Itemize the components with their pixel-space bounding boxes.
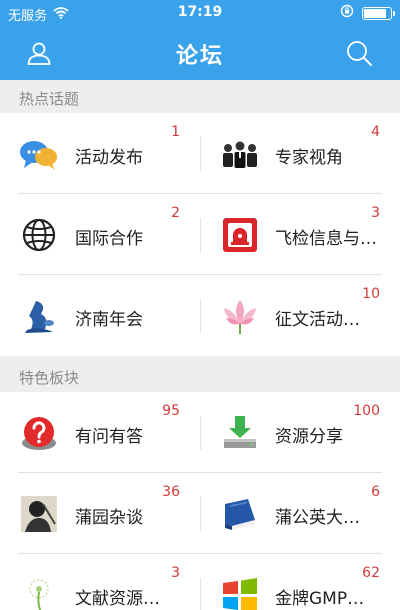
forum-item-label: 蒲园杂谈 (75, 508, 143, 528)
dandelion-icon (19, 575, 59, 610)
forum-item-dandelion[interactable]: 蒲公英大… 6 (200, 473, 400, 554)
download-icon (220, 413, 260, 453)
section-header-featured: 特色板块 (0, 359, 400, 392)
topic-count-badge: 36 (162, 484, 180, 500)
app-header: 无服务 17:19 论坛 (0, 0, 400, 80)
topic-count-badge: 3 (371, 205, 380, 221)
status-right (340, 4, 395, 22)
book-icon (220, 494, 260, 534)
forum-item-jinan-meeting[interactable]: 济南年会 (0, 275, 200, 356)
alarm-icon (220, 215, 260, 255)
page-title: 论坛 (175, 44, 224, 69)
forum-item-label: 有问有答 (75, 427, 143, 447)
sculpture-icon (19, 296, 59, 336)
forum-item-essay-contest[interactable]: 征文活动… 10 (200, 275, 400, 356)
topic-count-badge: 3 (171, 565, 180, 581)
forum-item-intl-cooperation[interactable]: 国际合作 2 (0, 194, 200, 275)
forum-item-activity[interactable]: 活动发布 1 (0, 113, 200, 194)
forum-item-label: 资源分享 (275, 427, 343, 447)
forum-item-label: 蒲公英大… (275, 508, 360, 528)
windows-icon (220, 575, 260, 610)
nav-bar: 论坛 (0, 26, 400, 80)
topic-count-badge: 62 (362, 565, 380, 581)
battery-icon (362, 6, 395, 20)
lotus-icon (220, 296, 260, 336)
question-icon (19, 413, 59, 453)
portrait-icon (19, 494, 59, 534)
topic-count-badge: 2 (171, 205, 180, 221)
status-bar: 无服务 17:19 (0, 0, 400, 26)
topic-count-badge: 10 (362, 286, 380, 302)
forum-item-label: 征文活动… (275, 310, 360, 330)
hot-topics-grid: 活动发布 1 专家视角 4 国际合作 2 飞检信息与… 3 济南年会 征文活动…… (0, 113, 400, 356)
forum-item-label: 国际合作 (75, 229, 143, 249)
forum-item-resource-share[interactable]: 资源分享 100 (200, 392, 400, 473)
forum-item-label: 活动发布 (75, 148, 143, 168)
forum-item-inspection[interactable]: 飞检信息与… 3 (200, 194, 400, 275)
forum-item-label: 金牌GMP… (275, 589, 365, 609)
topic-count-badge: 6 (371, 484, 380, 500)
rotation-lock-icon (340, 4, 354, 22)
forum-item-gmp[interactable]: 金牌GMP… 62 (200, 554, 400, 610)
topic-count-badge: 1 (171, 124, 180, 140)
forum-item-label: 专家视角 (275, 148, 343, 168)
topic-count-badge: 4 (371, 124, 380, 140)
forum-item-label: 济南年会 (75, 310, 143, 330)
forum-item-label: 飞检信息与… (275, 229, 377, 249)
globe-icon (19, 215, 59, 255)
section-header-hot-topics: 热点话题 (0, 80, 400, 113)
forum-item-qa[interactable]: 有问有答 95 (0, 392, 200, 473)
chat-bubbles-icon (19, 134, 59, 174)
forum-item-experts[interactable]: 专家视角 4 (200, 113, 400, 194)
forum-item-literature[interactable]: 文献资源… 3 (0, 554, 200, 610)
search-icon[interactable] (342, 36, 376, 70)
experts-icon (220, 134, 260, 174)
topic-count-badge: 100 (353, 403, 380, 419)
forum-item-puyuan-talk[interactable]: 蒲园杂谈 36 (0, 473, 200, 554)
forum-item-label: 文献资源… (75, 589, 160, 609)
topic-count-badge: 95 (162, 403, 180, 419)
featured-grid: 有问有答 95 资源分享 100 蒲园杂谈 36 蒲公英大… 6 文献资源… 3… (0, 392, 400, 610)
